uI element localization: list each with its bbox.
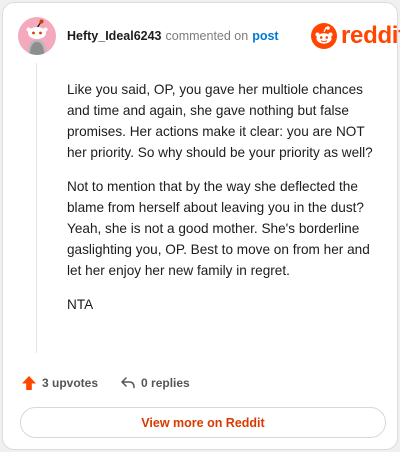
comment-paragraph: Not to mention that by the way she defle… (67, 179, 370, 278)
commented-on-label: commented on (165, 29, 249, 43)
snoo-avatar-icon (26, 19, 48, 55)
post-link[interactable]: post (252, 29, 278, 43)
reply-button[interactable]: 0 replies (120, 375, 190, 391)
reddit-alien-icon (311, 23, 337, 49)
comment-paragraph: NTA (67, 297, 94, 312)
comment-body: Like you said, OP, you gave her multiole… (67, 79, 385, 328)
avatar[interactable] (18, 17, 56, 55)
embedded-comment-card: Hefty_Ideal6243 commented on post reddit… (2, 2, 400, 450)
view-more-button[interactable]: View more on Reddit (20, 407, 386, 438)
comment-header: Hefty_Ideal6243 commented on post (67, 27, 279, 45)
reddit-logo[interactable]: reddit (311, 21, 400, 51)
comment-actions: 3 upvotes 0 replies (21, 373, 190, 393)
reddit-wordmark: reddit (341, 22, 400, 49)
upvote-arrow-icon (22, 376, 36, 390)
reply-arrow-icon (121, 377, 135, 389)
upvote-count: 3 upvotes (42, 376, 99, 390)
reply-count: 0 replies (141, 376, 190, 390)
comment-paragraph: Like you said, OP, you gave her multiole… (67, 82, 373, 160)
thread-line (36, 63, 37, 353)
upvote-button[interactable]: 3 upvotes (21, 375, 98, 391)
username-link[interactable]: Hefty_Ideal6243 (67, 29, 162, 43)
